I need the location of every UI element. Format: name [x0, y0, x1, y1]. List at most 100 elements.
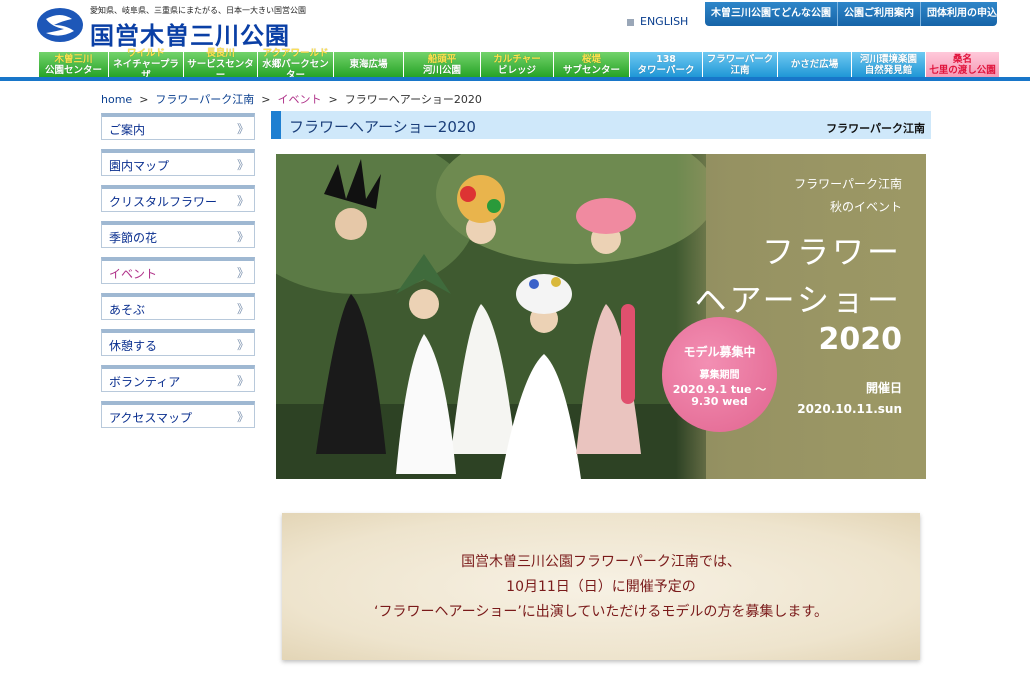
nav-item-flower-park[interactable]: フラワーパーク 江南	[703, 52, 778, 77]
park-navigation: 木曽三川 公園センター ワイルド ネイチャープラザ 長良川 サービスセンター アクアワ…	[39, 48, 999, 81]
page-park-label: フラワーパーク江南	[826, 122, 925, 135]
nav-item-kasada[interactable]: かさだ広場	[778, 52, 852, 77]
sidebar-item-rest[interactable]: 休憩する 》	[101, 329, 255, 356]
sidebar-item-access[interactable]: アクセスマップ 》	[101, 401, 255, 428]
nav-item-aquaworld[interactable]: アクアワールド 水郷パークセンター	[258, 48, 334, 81]
site-logo[interactable]: 愛知県、岐阜県、三重県にまたがる、日本一大きい国営公園 国営木曽三川公園	[36, 5, 306, 50]
sidebar-item-label: アクセスマップ	[109, 411, 193, 425]
double-chevron-icon: 》	[236, 158, 249, 172]
sidebar-item-guide[interactable]: ご案内 》	[101, 113, 255, 140]
sidebar-item-events[interactable]: イベント 》	[101, 257, 255, 284]
nav-label-2: 江南	[730, 64, 750, 76]
sidebar-menu: ご案内》 園内マップ》 クリスタルフラワー》 季節の花》 イベント》 あそぶ》 …	[101, 113, 255, 437]
nav-item-kasen-kankyo[interactable]: 河川環境楽園 自然発見館	[852, 52, 926, 77]
nav-label-1: 長良川	[206, 48, 235, 59]
sidebar-item-label: イベント	[109, 267, 158, 281]
nav-label-1: 船頭平	[427, 53, 457, 65]
double-chevron-icon: 》	[236, 338, 249, 352]
double-chevron-icon: 》	[236, 194, 249, 208]
double-chevron-icon: 》	[236, 230, 249, 244]
models-photo	[276, 154, 706, 479]
nav-label-1: 桑名	[952, 53, 972, 65]
sidebar-item-crystal-flower[interactable]: クリスタルフラワー 》	[101, 185, 255, 212]
nav-label-2: 自然発見館	[864, 64, 913, 76]
breadcrumb-separator: >	[261, 93, 271, 106]
site-title: 国営木曽三川公園	[90, 21, 290, 50]
event-hero-banner: フラワーパーク江南 秋のイベント フラワーヘアーショー 2020 開催日 202…	[276, 154, 926, 479]
hero-held-label: 開催日	[865, 381, 902, 395]
nav-label-1: 東海広場	[349, 59, 388, 70]
nav-label-1: 河川環境楽園	[859, 53, 917, 65]
nav-label-2: サブセンター	[562, 64, 620, 76]
breadcrumb-separator: >	[328, 93, 338, 106]
announcement-line-2: 10月11日（日）に開催予定の	[506, 579, 696, 595]
sidebar-item-label: 園内マップ	[109, 159, 170, 173]
sidebar-item-map[interactable]: 園内マップ 》	[101, 149, 255, 176]
badge-period-end: 9.30 wed	[691, 395, 748, 408]
nav-label-1: カルチャー	[493, 53, 541, 65]
top-links: 木曽三川公園てどんな公園 公園ご利用案内 団体利用の申込	[705, 2, 997, 26]
hero-year: 2020	[818, 322, 903, 357]
announcement-box: 国営木曽三川公園フラワーパーク江南では、 10月11日（日）に開催予定の ‘フラ…	[282, 513, 920, 660]
nav-item-kiso-center[interactable]: 木曽三川 公園センター	[39, 52, 109, 77]
page-title: フラワーヘアーショー2020	[289, 118, 476, 136]
breadcrumb-current: フラワーヘアーショー2020	[344, 93, 482, 106]
hero-subtitle: 秋のイベント	[829, 200, 902, 214]
nav-label-2: 公園センター	[44, 64, 102, 76]
breadcrumb-park[interactable]: フラワーパーク江南	[155, 93, 254, 106]
nav-label-1: アクアワールド	[262, 48, 329, 59]
nav-item-sendobira[interactable]: 船頭平 河川公園	[404, 52, 481, 77]
nav-item-sakurazutsumi[interactable]: 桜堤 サブセンター	[554, 52, 630, 77]
hero-title-line1: フラワー	[761, 233, 902, 271]
nav-label-2: ビレッジ	[497, 64, 536, 76]
sidebar-item-seasonal-flowers[interactable]: 季節の花 》	[101, 221, 255, 248]
nav-item-wild-nature[interactable]: ワイルド ネイチャープラザ	[109, 48, 184, 81]
park-logo-icon	[37, 8, 83, 42]
nav-label-1: ワイルド	[126, 48, 165, 59]
sidebar-item-label: ボランティア	[109, 375, 181, 389]
sidebar-item-label: クリスタルフラワー	[109, 195, 218, 209]
english-label: ENGLISH	[640, 15, 689, 28]
breadcrumb-home[interactable]: home	[101, 93, 132, 106]
nav-label-1: 桜堤	[581, 53, 601, 65]
sidebar-item-label: ご案内	[109, 123, 146, 137]
square-bullet-icon	[627, 18, 634, 26]
top-link-guide[interactable]: 公園ご利用案内	[838, 2, 921, 26]
nav-item-tokai[interactable]: 東海広場	[334, 52, 404, 77]
nav-label-1: 138	[656, 53, 676, 65]
nav-label-1: フラワーパーク	[706, 53, 774, 65]
sidebar-item-label: 季節の花	[109, 231, 158, 245]
nav-item-138-tower[interactable]: 138 タワーパーク	[630, 52, 703, 77]
sidebar-item-label: 休憩する	[109, 339, 158, 353]
nav-label-1: 木曽三川	[54, 53, 93, 65]
english-link[interactable]: ENGLISH	[627, 15, 688, 28]
announcement-line-1: 国営木曽三川公園フラワーパーク江南では、	[461, 554, 741, 570]
nav-item-nagaragawa[interactable]: 長良川 サービスセンター	[184, 48, 258, 81]
nav-item-culture-village[interactable]: カルチャー ビレッジ	[481, 52, 554, 77]
nav-item-kuwana[interactable]: 桑名 七里の渡し公園	[926, 52, 999, 77]
nav-label-2: タワーパーク	[637, 64, 695, 76]
recruitment-badge: モデル募集中 募集期間 2020.9.1 tue ～ 9.30 wed	[662, 317, 777, 432]
hero-held-date: 2020.10.11.sun	[797, 402, 902, 416]
nav-label-2: 七里の渡し公園	[929, 64, 996, 76]
double-chevron-icon: 》	[236, 122, 249, 136]
site-tagline: 愛知県、岐阜県、三重県にまたがる、日本一大きい国営公園	[90, 6, 306, 15]
breadcrumb: home > フラワーパーク江南 > イベント > フラワーヘアーショー2020	[101, 91, 482, 107]
sidebar-item-volunteer[interactable]: ボランティア 》	[101, 365, 255, 392]
hero-title-line2: ヘアーショー	[694, 281, 902, 319]
nav-underline	[0, 77, 1030, 81]
page-title-bar: フラワーヘアーショー2020 フラワーパーク江南	[271, 111, 931, 139]
nav-label-1: かさだ広場	[790, 59, 839, 70]
double-chevron-icon: 》	[236, 302, 249, 316]
sidebar-item-play[interactable]: あそぶ 》	[101, 293, 255, 320]
hero-park-name: フラワーパーク江南	[794, 177, 902, 191]
top-link-group[interactable]: 団体利用の申込	[921, 2, 1003, 26]
top-link-about[interactable]: 木曽三川公園てどんな公園	[705, 2, 838, 26]
breadcrumb-events[interactable]: イベント	[278, 93, 322, 106]
hero-title: フラワーヘアーショー	[695, 228, 902, 324]
double-chevron-icon: 》	[236, 266, 249, 280]
nav-label-2: 河川公園	[422, 64, 461, 76]
double-chevron-icon: 》	[236, 410, 249, 424]
announcement-line-3: ‘フラワーヘアーショー’に出演していただけるモデルの方を募集します。	[374, 604, 828, 620]
double-chevron-icon: 》	[236, 374, 249, 388]
